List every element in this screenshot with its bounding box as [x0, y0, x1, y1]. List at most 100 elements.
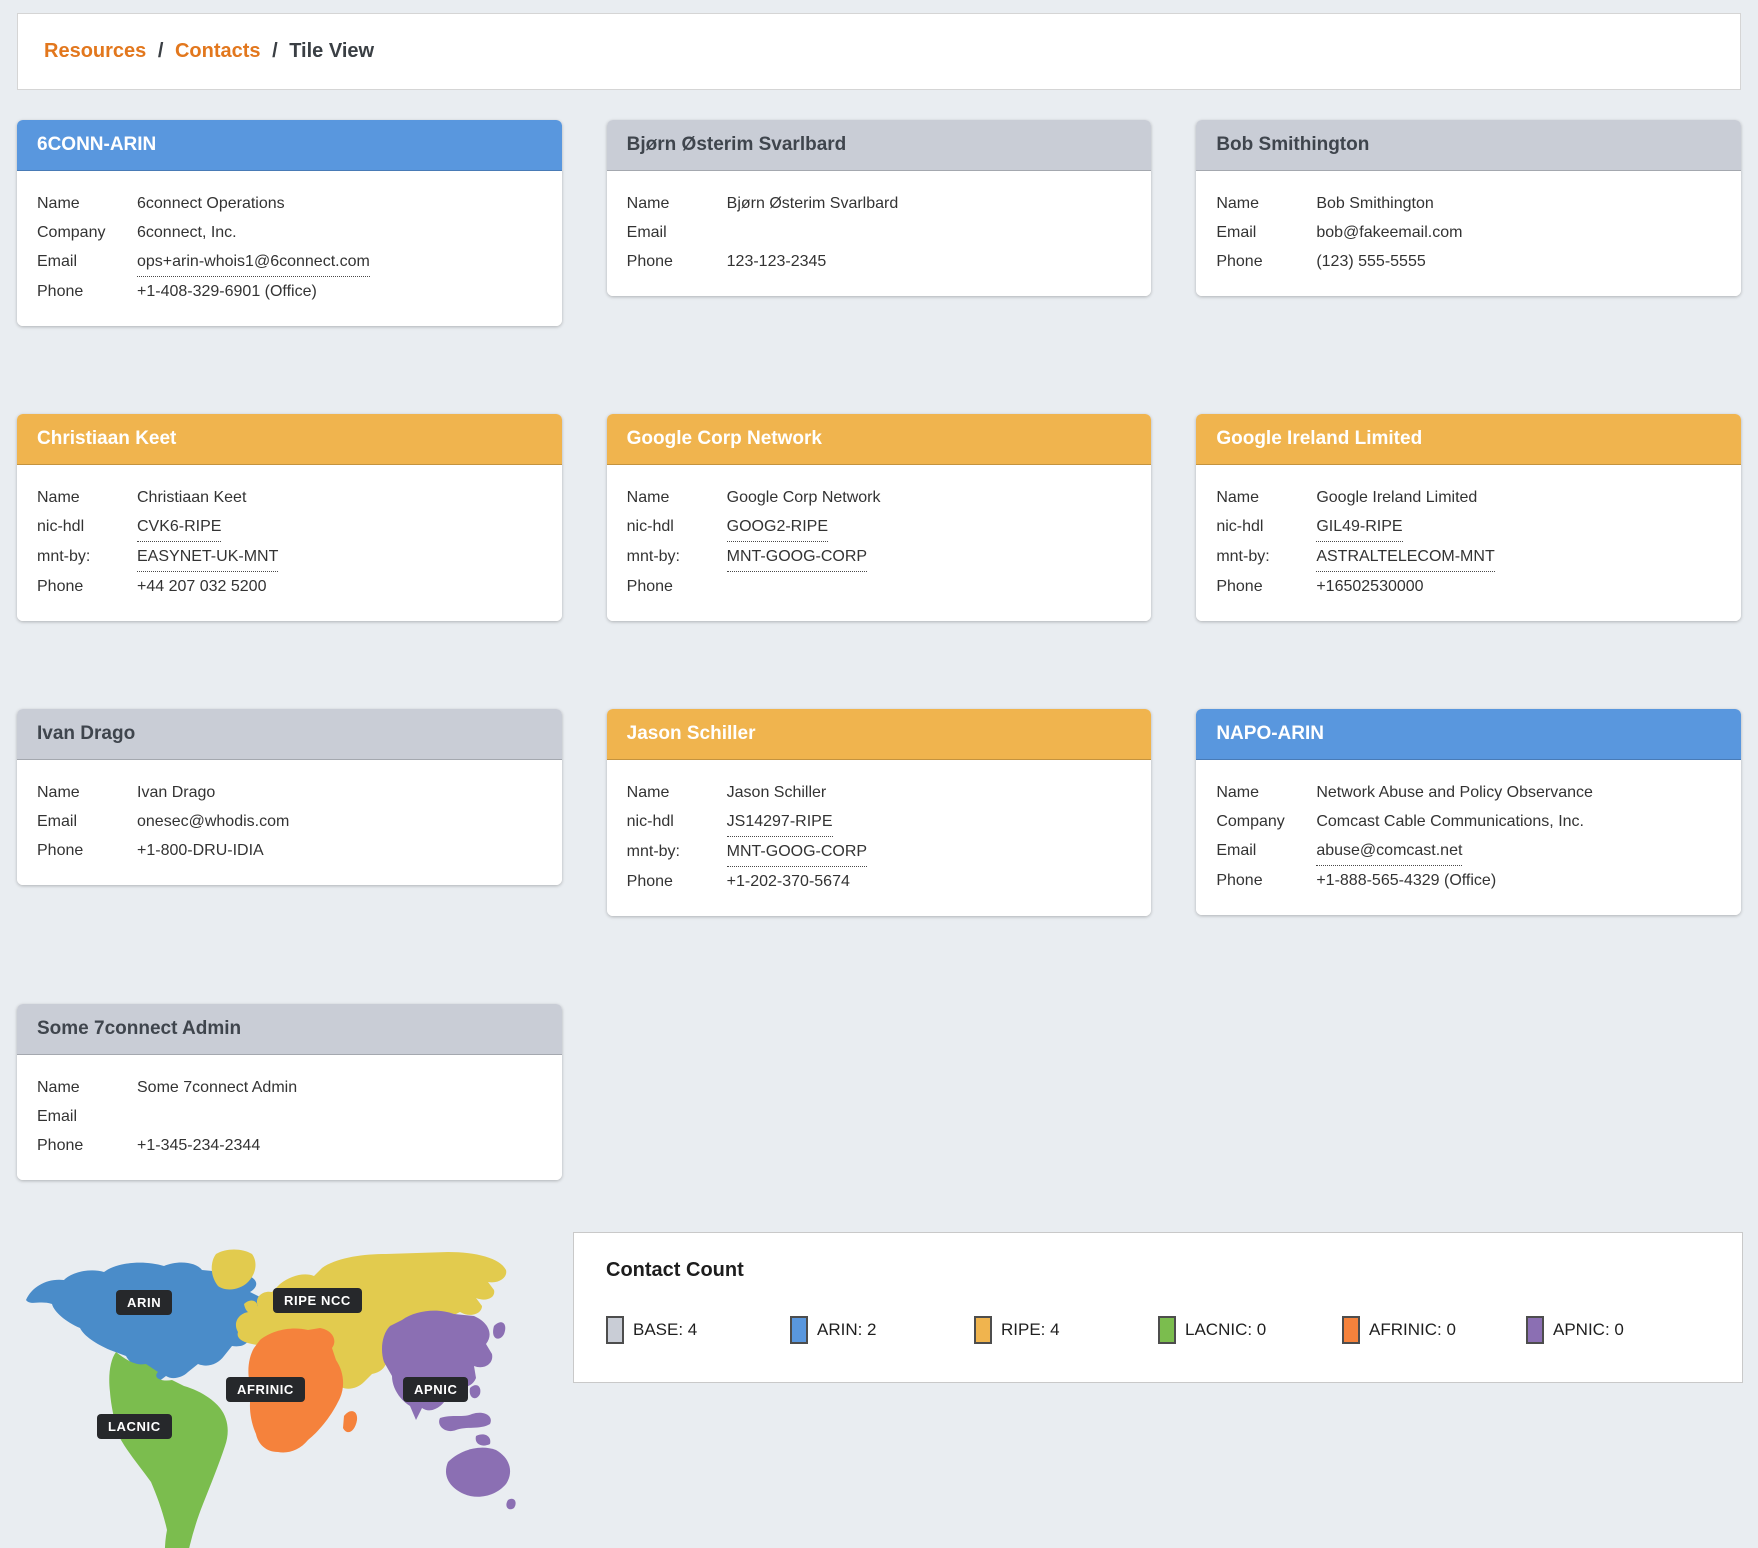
- field-link-value[interactable]: JS14297-RIPE: [727, 807, 833, 837]
- contact-card-header[interactable]: Google Ireland Limited: [1196, 414, 1741, 465]
- field-row: Phone+1-408-329-6901 (Office): [37, 277, 542, 306]
- legend-label: APNIC: 0: [1553, 1320, 1624, 1340]
- contact-card-header[interactable]: Jason Schiller: [607, 709, 1152, 760]
- contact-card-header[interactable]: Christiaan Keet: [17, 414, 562, 465]
- field-row: mnt-by:EASYNET-UK-MNT: [37, 542, 542, 572]
- breadcrumb-current: Tile View: [289, 40, 374, 62]
- contact-card: Bob SmithingtonNameBob SmithingtonEmailb…: [1196, 120, 1741, 296]
- field-row: Phone+44 207 032 5200: [37, 572, 542, 601]
- field-value: +1-800-DRU-IDIA: [137, 836, 264, 865]
- legend-label: LACNIC: 0: [1185, 1320, 1266, 1340]
- legend-label: RIPE: 4: [1001, 1320, 1060, 1340]
- field-value: (123) 555-5555: [1316, 247, 1425, 276]
- contact-card-header[interactable]: NAPO-ARIN: [1196, 709, 1741, 760]
- region-australia-shape: [446, 1448, 510, 1497]
- legend-swatch-apnic: [1526, 1316, 1544, 1344]
- field-value: +1-888-565-4329 (Office): [1316, 866, 1496, 895]
- field-row: NameChristiaan Keet: [37, 483, 542, 512]
- field-label: Name: [627, 778, 727, 807]
- legend-label: ARIN: 2: [817, 1320, 877, 1340]
- field-label: mnt-by:: [627, 542, 727, 572]
- field-value: +1-202-370-5674: [727, 867, 850, 896]
- field-link-value[interactable]: MNT-GOOG-CORP: [727, 837, 867, 867]
- field-row: Phone123-123-2345: [627, 247, 1132, 276]
- contact-card-title: Some 7connect Admin: [37, 1018, 241, 1039]
- field-row: Email: [37, 1102, 542, 1131]
- page: Resources / Contacts / Tile View 6CONN-A…: [0, 0, 1758, 1548]
- map-label-afrinic: AFRINIC: [226, 1377, 305, 1402]
- map-label-lacnic: LACNIC: [97, 1414, 172, 1439]
- field-label: Phone: [627, 867, 727, 896]
- field-row: nic-hdlJS14297-RIPE: [627, 807, 1132, 837]
- legend-swatch-arin: [790, 1316, 808, 1344]
- map-label-arin: ARIN: [116, 1290, 172, 1315]
- field-row: nic-hdlGIL49-RIPE: [1216, 512, 1721, 542]
- world-map: ARINRIPE NCCAFRINICLACNICAPNIC: [20, 1248, 520, 1548]
- field-row: NameJason Schiller: [627, 778, 1132, 807]
- region-apnic-shape: [382, 1311, 492, 1420]
- field-link-value[interactable]: CVK6-RIPE: [137, 512, 221, 542]
- contact-card-header[interactable]: 6CONN-ARIN: [17, 120, 562, 171]
- bottom-section: ARINRIPE NCCAFRINICLACNICAPNIC Contact C…: [17, 1232, 1741, 1548]
- region-newzealand-shape: [506, 1499, 515, 1510]
- contact-card: NAPO-ARIN NameNetwork Abuse and Policy Ob…: [1196, 709, 1741, 915]
- contact-card-body: NameJason Schillernic-hdlJS14297-RIPEmnt…: [607, 760, 1152, 916]
- contact-card-header[interactable]: Ivan Drago: [17, 709, 562, 760]
- field-label: Email: [37, 1102, 137, 1131]
- contact-card-body: NameGoogle Ireland Limitednic-hdlGIL49-R…: [1196, 465, 1741, 621]
- contact-card-body: NameChristiaan Keetnic-hdlCVK6-RIPEmnt-b…: [17, 465, 562, 621]
- legend-label: BASE: 4: [633, 1320, 697, 1340]
- field-label: Email: [1216, 836, 1316, 866]
- legend-swatch-lacnic: [1158, 1316, 1176, 1344]
- legend-item: APNIC: 0: [1526, 1316, 1710, 1344]
- contact-card: Bjørn Østerim SvarlbardNameBjørn Østerim…: [607, 120, 1152, 296]
- field-value: Christiaan Keet: [137, 483, 246, 512]
- field-label: Name: [37, 189, 137, 218]
- field-label: Name: [1216, 778, 1316, 807]
- field-label: Name: [627, 483, 727, 512]
- contact-count-title: Contact Count: [606, 1259, 1710, 1282]
- field-row: NameGoogle Corp Network: [627, 483, 1132, 512]
- field-label: Phone: [37, 836, 137, 865]
- field-label: Name: [1216, 483, 1316, 512]
- field-value: Google Ireland Limited: [1316, 483, 1477, 512]
- field-link-value[interactable]: abuse@comcast.net: [1316, 836, 1462, 866]
- field-label: Company: [1216, 807, 1316, 836]
- region-lacnic-shape: [109, 1352, 227, 1548]
- field-row: Company6connect, Inc.: [37, 218, 542, 247]
- field-row: Phone+1-345-234-2344: [37, 1131, 542, 1160]
- field-label: mnt-by:: [1216, 542, 1316, 572]
- field-value: Network Abuse and Policy Observance: [1316, 778, 1593, 807]
- field-link-value[interactable]: GOOG2-RIPE: [727, 512, 828, 542]
- field-link-value[interactable]: GIL49-RIPE: [1316, 512, 1402, 542]
- field-row: Name6connect Operations: [37, 189, 542, 218]
- contact-card: Some 7connect Admin NameSome 7connect Adm…: [17, 1004, 562, 1180]
- contact-card-header[interactable]: Some 7connect Admin: [17, 1004, 562, 1055]
- contact-card-title: NAPO-ARIN: [1216, 723, 1324, 744]
- legend-item: ARIN: 2: [790, 1316, 974, 1344]
- contact-card-header[interactable]: Bjørn Østerim Svarlbard: [607, 120, 1152, 171]
- field-label: Phone: [37, 1131, 137, 1160]
- breadcrumb-link[interactable]: Contacts: [175, 40, 261, 62]
- field-label: Email: [37, 247, 137, 277]
- field-link-value[interactable]: MNT-GOOG-CORP: [727, 542, 867, 572]
- contact-card-title: Google Corp Network: [627, 428, 822, 449]
- contact-card: Jason SchillerNameJason Schillernic-hdlJ…: [607, 709, 1152, 916]
- field-row: Phone(123) 555-5555: [1216, 247, 1721, 276]
- contact-card-body: NameSome 7connect AdminEmailPhone+1-345-…: [17, 1055, 562, 1180]
- field-row: nic-hdlGOOG2-RIPE: [627, 512, 1132, 542]
- contact-card: Ivan DragoNameIvan DragoEmailonesec@whod…: [17, 709, 562, 885]
- breadcrumb-link[interactable]: Resources: [44, 40, 146, 62]
- field-link-value[interactable]: ops+arin-whois1@6connect.com: [137, 247, 370, 277]
- contact-card-body: NameIvan DragoEmailonesec@whodis.comPhon…: [17, 760, 562, 885]
- field-link-value[interactable]: ASTRALTELECOM-MNT: [1316, 542, 1494, 572]
- field-row: nic-hdlCVK6-RIPE: [37, 512, 542, 542]
- field-row: mnt-by:ASTRALTELECOM-MNT: [1216, 542, 1721, 572]
- contact-card-title: Christiaan Keet: [37, 428, 176, 449]
- contact-card-header[interactable]: Google Corp Network: [607, 414, 1152, 465]
- field-label: mnt-by:: [37, 542, 137, 572]
- field-link-value[interactable]: EASYNET-UK-MNT: [137, 542, 278, 572]
- contact-cards-grid: 6CONN-ARINName6connect OperationsCompany…: [17, 120, 1741, 1180]
- contact-card-header[interactable]: Bob Smithington: [1196, 120, 1741, 171]
- field-label: Email: [1216, 218, 1316, 247]
